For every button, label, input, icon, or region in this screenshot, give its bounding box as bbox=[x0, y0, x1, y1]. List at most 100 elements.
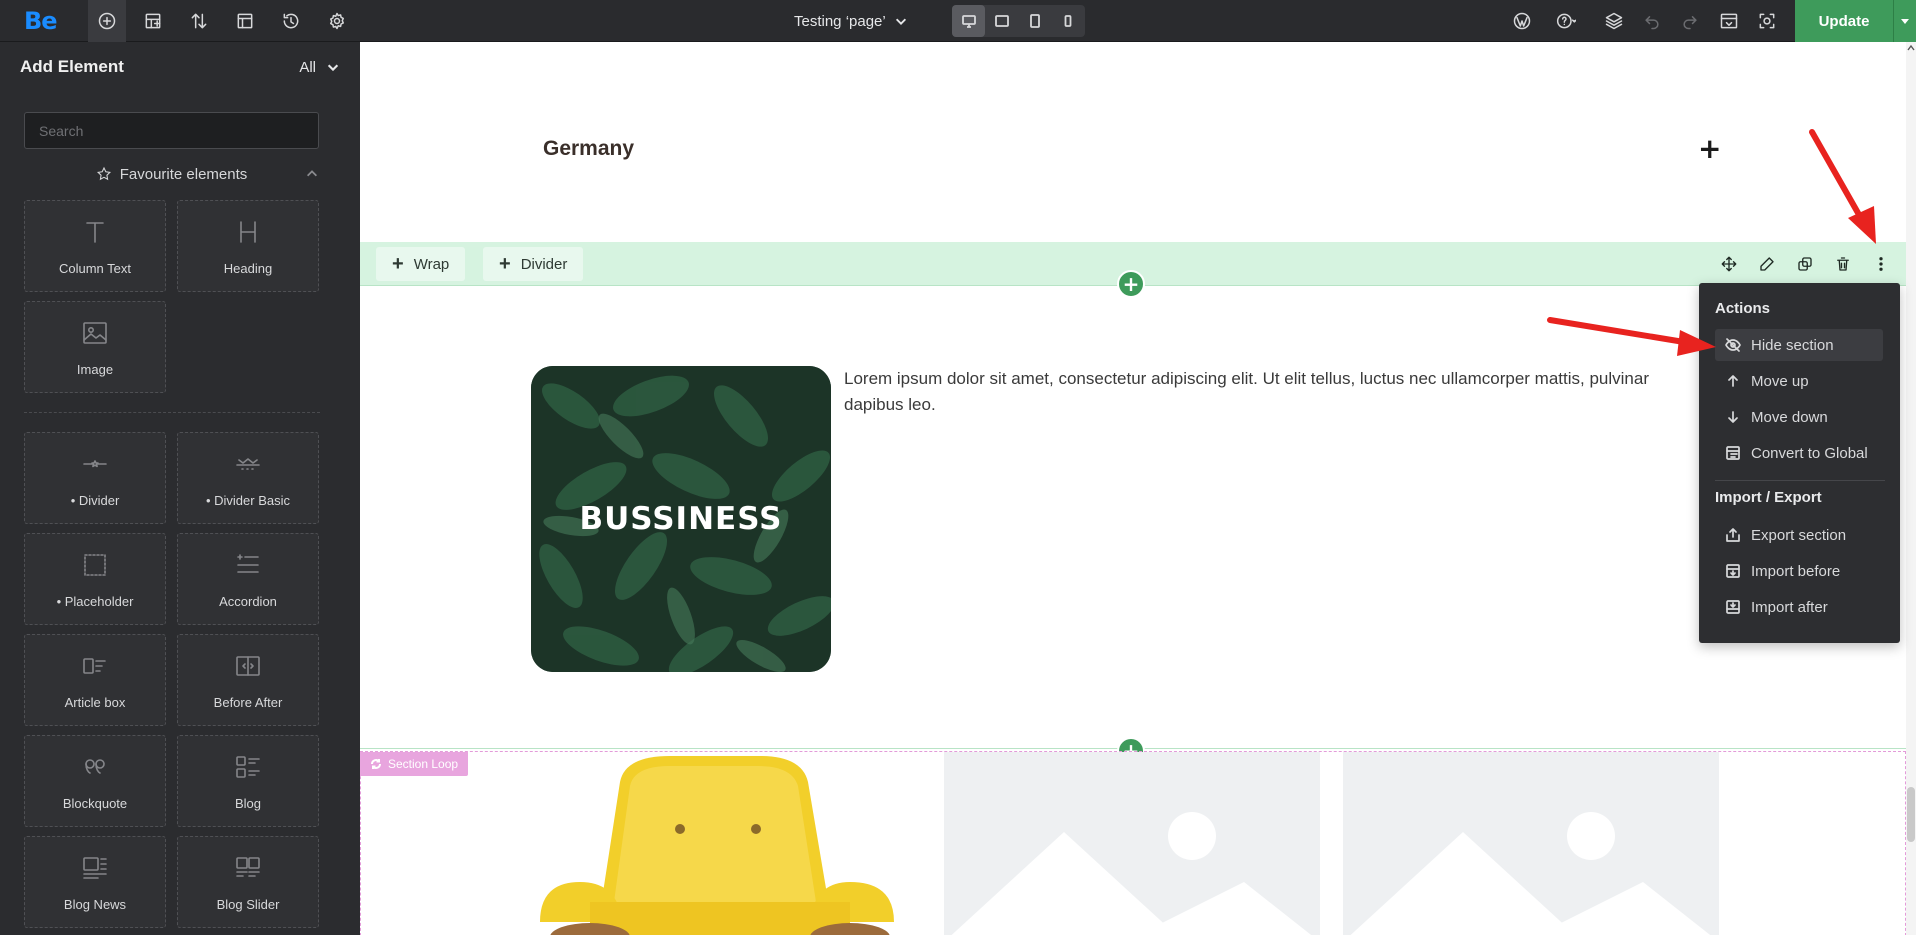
more-options-button[interactable] bbox=[1863, 246, 1899, 282]
duplicate-section-button[interactable] bbox=[1787, 246, 1823, 282]
page-title: Testing ‘page’ bbox=[794, 12, 886, 30]
element-card-divider[interactable]: • Divider bbox=[24, 432, 166, 524]
preview-button[interactable] bbox=[1711, 0, 1747, 42]
menu-divider bbox=[1715, 480, 1885, 481]
sort-button[interactable] bbox=[180, 0, 218, 42]
wordpress-icon bbox=[1513, 12, 1531, 30]
history-button[interactable] bbox=[272, 0, 310, 42]
heading-icon bbox=[240, 221, 256, 243]
element-card-label: Accordion bbox=[219, 594, 277, 609]
undo-button[interactable] bbox=[1634, 0, 1670, 42]
layers-icon bbox=[1605, 12, 1623, 30]
chair-image[interactable] bbox=[530, 752, 910, 935]
layers-button[interactable] bbox=[1596, 0, 1632, 42]
update-options-button[interactable] bbox=[1893, 0, 1916, 42]
element-filter-dropdown[interactable]: All bbox=[299, 59, 340, 76]
favourites-label: Favourite elements bbox=[119, 165, 248, 183]
add-icon bbox=[98, 12, 116, 30]
element-card-column-text[interactable]: Column Text bbox=[24, 200, 166, 292]
move-section-button[interactable] bbox=[1711, 246, 1747, 282]
placeholder-icon bbox=[84, 554, 106, 576]
element-card-blog-news[interactable]: Blog News bbox=[24, 836, 166, 928]
tablet-portrait-view-button[interactable] bbox=[1018, 5, 1051, 37]
section-loop-badge[interactable]: Section Loop bbox=[360, 752, 469, 776]
import-after-item[interactable]: Import after bbox=[1715, 591, 1883, 623]
export-section-item[interactable]: Export section bbox=[1715, 519, 1883, 551]
help-button[interactable] bbox=[1546, 0, 1586, 42]
add-wrap-button[interactable]: + Wrap bbox=[376, 247, 466, 281]
preview-icon bbox=[1720, 13, 1738, 29]
blockquote-icon bbox=[85, 759, 105, 774]
global-section-icon bbox=[1726, 446, 1740, 460]
section-loop-label: Section Loop bbox=[388, 757, 459, 771]
screenshot-button[interactable] bbox=[1749, 0, 1785, 42]
export-icon bbox=[1726, 528, 1740, 542]
business-image[interactable]: BUSSINESS bbox=[531, 366, 831, 672]
element-card-before-after[interactable]: Before After bbox=[177, 634, 319, 726]
add-divider-button[interactable]: + Divider bbox=[483, 247, 584, 281]
accordion-title[interactable]: Germany bbox=[543, 137, 634, 161]
mobile-view-button[interactable] bbox=[1051, 5, 1084, 37]
page-title-dropdown[interactable]: Testing ‘page’ bbox=[794, 10, 908, 32]
hide-section-item[interactable]: Hide section bbox=[1715, 329, 1883, 361]
element-card-accordion[interactable]: Accordion bbox=[177, 533, 319, 625]
column-text[interactable]: Lorem ipsum dolor sit amet, consectetur … bbox=[844, 366, 1694, 418]
element-search-input[interactable] bbox=[24, 112, 319, 149]
redo-button[interactable] bbox=[1672, 0, 1708, 42]
blog-news-icon bbox=[83, 857, 107, 879]
armchair-illustration bbox=[540, 756, 894, 935]
update-button[interactable]: Update bbox=[1795, 0, 1893, 42]
element-card-label: Blockquote bbox=[62, 796, 128, 811]
sidebar-header: Add Element All bbox=[0, 42, 360, 92]
layout-icon bbox=[145, 13, 161, 29]
convert-to-global-item[interactable]: Convert to Global bbox=[1715, 437, 1883, 469]
import-before-item[interactable]: Import before bbox=[1715, 555, 1883, 587]
canvas-scrollbar[interactable] bbox=[1906, 42, 1916, 935]
element-card-label: Heading bbox=[223, 261, 273, 276]
element-card-divider-basic[interactable]: • Divider Basic bbox=[177, 432, 319, 524]
favourites-header[interactable]: Favourite elements bbox=[24, 162, 319, 186]
mobile-icon bbox=[1064, 15, 1071, 27]
element-card-blockquote[interactable]: Blockquote bbox=[24, 735, 166, 827]
accordion-toggle-icon[interactable]: + bbox=[1698, 132, 1721, 165]
article-box-icon bbox=[83, 658, 106, 674]
edit-section-button[interactable] bbox=[1749, 246, 1785, 282]
logo[interactable]: Be bbox=[24, 7, 58, 35]
plus-icon: + bbox=[392, 253, 404, 275]
favourites-collapse-button[interactable] bbox=[305, 167, 319, 185]
element-card-label: Image bbox=[76, 362, 114, 377]
settings-button[interactable] bbox=[318, 0, 356, 42]
element-card-image[interactable]: Image bbox=[24, 301, 166, 393]
element-card-blog-slider[interactable]: Blog Slider bbox=[177, 836, 319, 928]
element-card-article-box[interactable]: Article box bbox=[24, 634, 166, 726]
element-card-blog[interactable]: Blog bbox=[177, 735, 319, 827]
element-card-label: Blog Slider bbox=[216, 897, 280, 912]
template-icon bbox=[237, 13, 253, 29]
menu-heading-actions: Actions bbox=[1715, 300, 1771, 317]
import-before-icon bbox=[1726, 564, 1740, 578]
trash-icon bbox=[1837, 257, 1849, 271]
image-placeholder[interactable] bbox=[1343, 752, 1719, 935]
plus-icon: + bbox=[499, 253, 511, 275]
wordpress-button[interactable] bbox=[1504, 0, 1540, 42]
delete-section-button[interactable] bbox=[1825, 246, 1861, 282]
element-card-label: Article box bbox=[64, 695, 126, 710]
menu-item-label: Import before bbox=[1751, 562, 1841, 580]
element-card-placeholder[interactable]: • Placeholder bbox=[24, 533, 166, 625]
move-down-item[interactable]: Move down bbox=[1715, 401, 1883, 433]
desktop-icon bbox=[961, 15, 976, 28]
element-card-heading[interactable]: Heading bbox=[177, 200, 319, 292]
image-placeholder[interactable] bbox=[944, 752, 1320, 935]
move-up-item[interactable]: Move up bbox=[1715, 365, 1883, 397]
add-element-button[interactable] bbox=[88, 0, 126, 42]
divider-icon bbox=[83, 460, 107, 468]
page-canvas: Germany + + Wrap + Divider + BUSSINESS L… bbox=[360, 42, 1916, 935]
layout-button[interactable] bbox=[134, 0, 172, 42]
arrow-down-icon bbox=[1728, 411, 1738, 423]
tablet-landscape-view-button[interactable] bbox=[985, 5, 1018, 37]
desktop-view-button[interactable] bbox=[952, 5, 985, 37]
device-switcher bbox=[952, 5, 1085, 37]
scrollbar-thumb[interactable] bbox=[1907, 787, 1915, 842]
templates-button[interactable] bbox=[226, 0, 264, 42]
arrow-up-icon bbox=[1728, 375, 1738, 387]
